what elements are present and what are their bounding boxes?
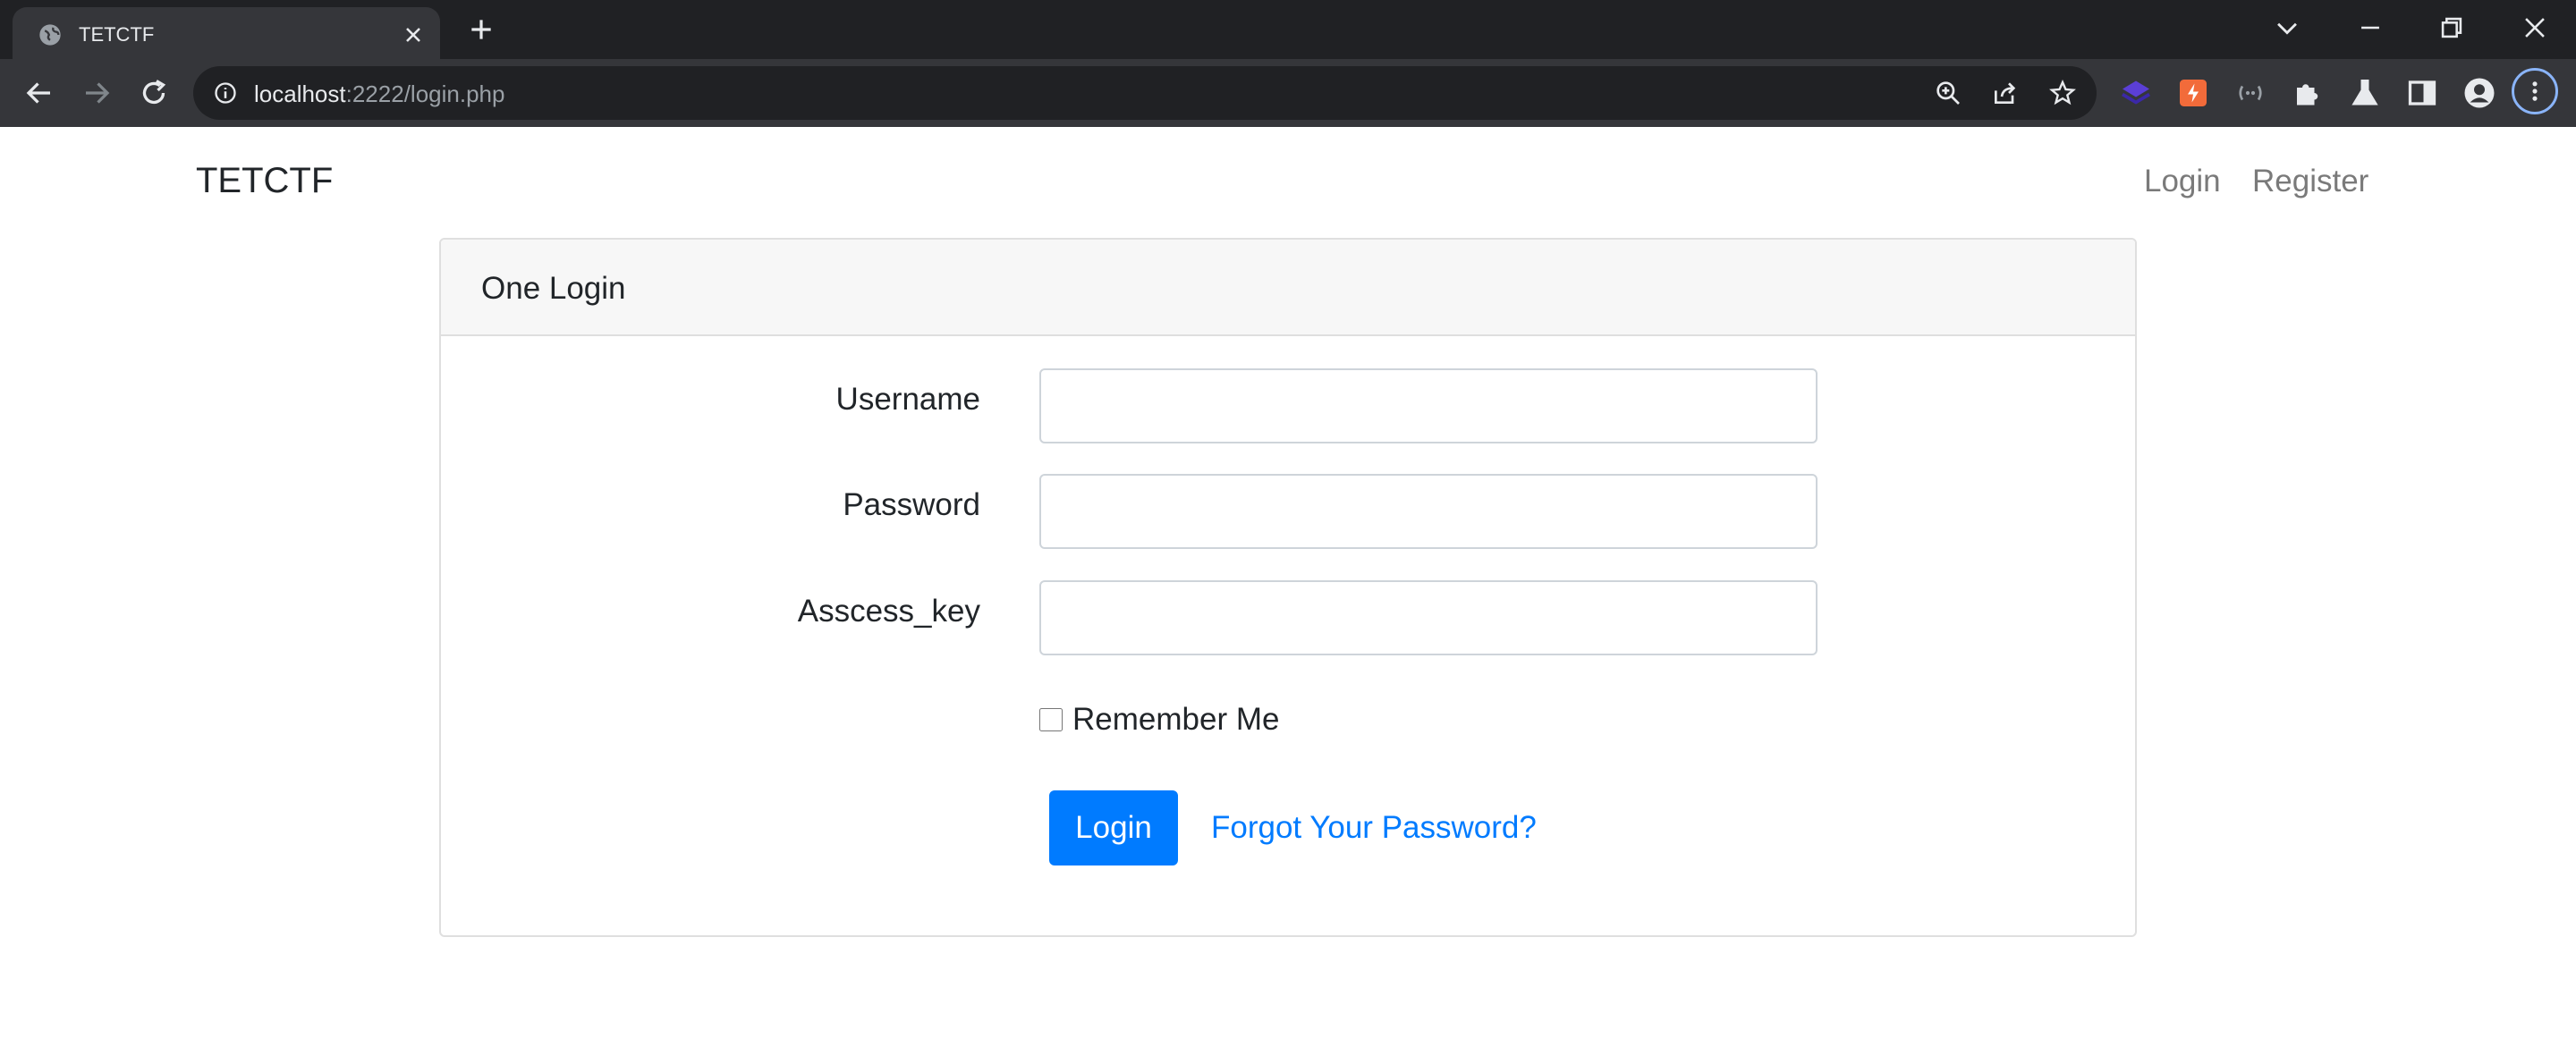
tab-title: TETCTF bbox=[79, 23, 155, 46]
browser-tab-strip: TETCTF bbox=[0, 0, 2576, 59]
close-tab-icon[interactable] bbox=[401, 22, 426, 47]
browser-menu-button[interactable] bbox=[2512, 68, 2558, 114]
access-key-input[interactable] bbox=[1039, 580, 1818, 655]
close-window-icon[interactable] bbox=[2520, 13, 2550, 43]
address-bar[interactable]: localhost:2222/login.php bbox=[193, 66, 2097, 120]
remember-me-label[interactable]: Remember Me bbox=[1072, 701, 1279, 739]
restore-icon[interactable] bbox=[2436, 13, 2467, 43]
site-info-icon[interactable] bbox=[213, 80, 238, 106]
url-host: localhost bbox=[254, 80, 346, 107]
page-content: TETCTF Login Register One Login Username… bbox=[0, 127, 2576, 1047]
bookmark-star-icon[interactable] bbox=[2048, 79, 2077, 107]
login-card: One Login Username Password Asscess_key … bbox=[439, 238, 2137, 937]
side-panel-icon[interactable] bbox=[2406, 77, 2438, 109]
card-title: One Login bbox=[481, 271, 626, 306]
back-arrow-icon[interactable] bbox=[23, 77, 55, 109]
forward-arrow-icon[interactable] bbox=[80, 77, 113, 109]
minimize-icon[interactable] bbox=[2355, 13, 2385, 43]
password-label: Password bbox=[843, 487, 980, 522]
login-button[interactable]: Login bbox=[1049, 790, 1178, 865]
username-label: Username bbox=[835, 382, 980, 417]
url-path: :2222/login.php bbox=[345, 80, 505, 107]
extension-orange-icon[interactable] bbox=[2177, 77, 2209, 109]
navbar-brand[interactable]: TETCTF bbox=[196, 159, 333, 202]
remember-me-checkbox[interactable] bbox=[1039, 708, 1063, 731]
username-input[interactable] bbox=[1039, 368, 1818, 443]
new-tab-icon[interactable] bbox=[467, 15, 496, 44]
forgot-password-link[interactable]: Forgot Your Password? bbox=[1211, 809, 1537, 847]
nav-link-login[interactable]: Login bbox=[2144, 163, 2221, 200]
extension-brackets-icon[interactable] bbox=[2234, 77, 2267, 109]
share-icon[interactable] bbox=[1991, 79, 2020, 107]
browser-toolbar: localhost:2222/login.php bbox=[0, 59, 2576, 127]
zoom-icon[interactable] bbox=[1934, 79, 1962, 107]
browser-tab[interactable]: TETCTF bbox=[13, 7, 440, 59]
three-dots-icon bbox=[2532, 81, 2538, 101]
profile-avatar-icon[interactable] bbox=[2463, 77, 2496, 109]
labs-flask-icon[interactable] bbox=[2349, 77, 2381, 109]
card-header: One Login bbox=[441, 240, 2135, 336]
url-text[interactable]: localhost:2222/login.php bbox=[254, 80, 504, 107]
tab-search-icon[interactable] bbox=[2272, 13, 2302, 43]
access-key-label: Asscess_key bbox=[797, 594, 980, 629]
password-input[interactable] bbox=[1039, 474, 1818, 549]
extensions-puzzle-icon[interactable] bbox=[2292, 77, 2324, 109]
reload-icon[interactable] bbox=[138, 77, 170, 109]
globe-icon bbox=[39, 24, 61, 46]
nav-link-register[interactable]: Register bbox=[2252, 163, 2368, 200]
extension-layers-icon[interactable] bbox=[2120, 77, 2152, 109]
